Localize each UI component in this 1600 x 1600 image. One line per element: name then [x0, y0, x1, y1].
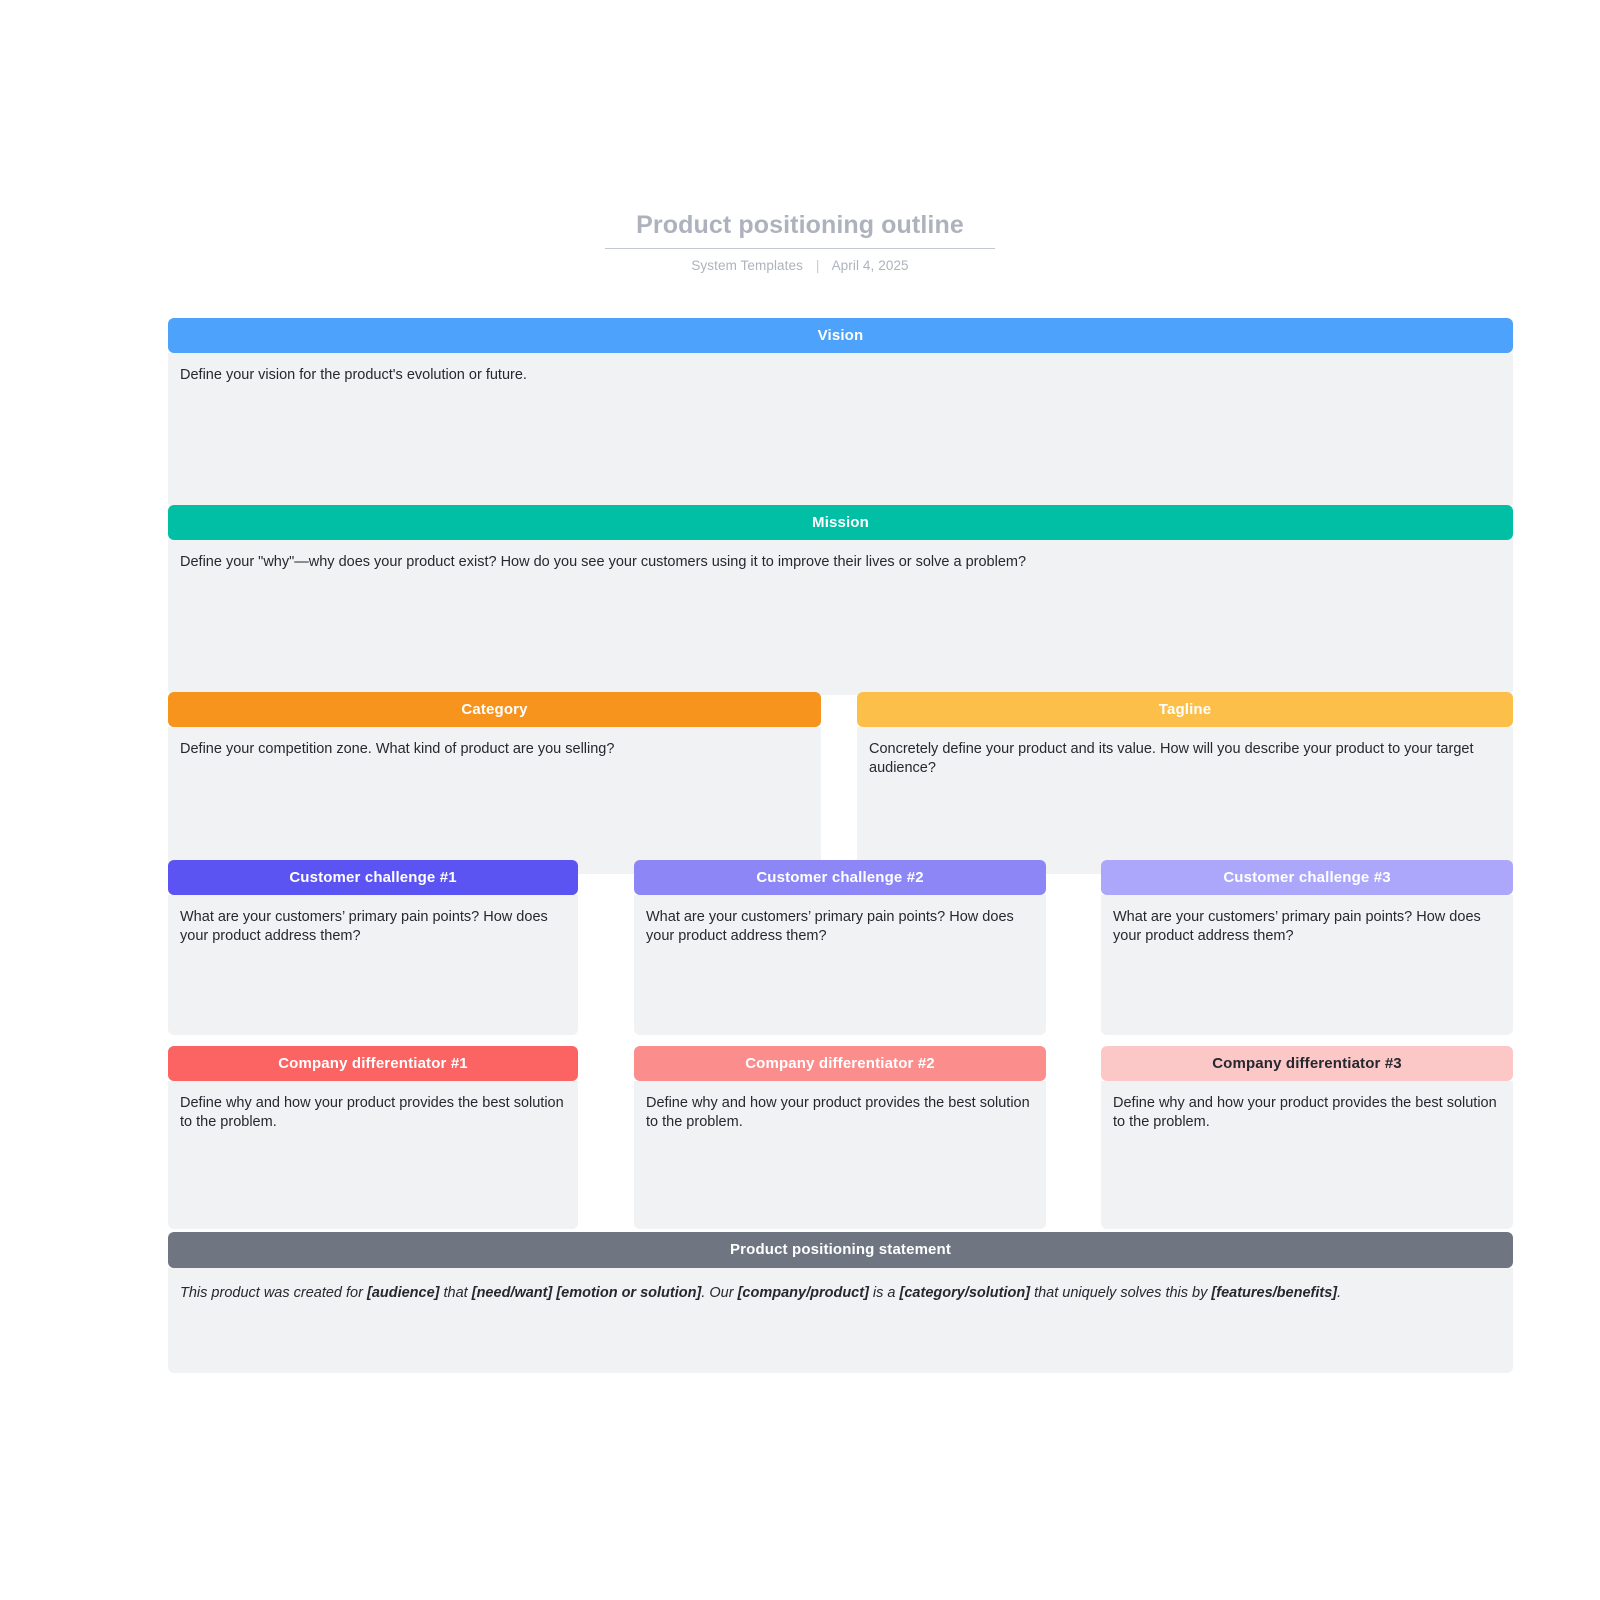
statement-part-5: that uniquely solves this by — [1030, 1285, 1212, 1301]
section-product-positioning-statement-body[interactable]: This product was created for [audience] … — [168, 1268, 1513, 1373]
section-product-positioning-statement[interactable]: Product positioning statement This produ… — [168, 1232, 1513, 1373]
section-product-positioning-statement-header: Product positioning statement — [168, 1232, 1513, 1268]
document-meta: System Templates | April 4, 2025 — [0, 258, 1600, 273]
statement-part-3: . Our — [701, 1285, 738, 1301]
statement-placeholder-features: [features/benefits] — [1211, 1285, 1338, 1301]
section-customer-challenge-3-body[interactable]: What are your customers’ primary pain po… — [1101, 895, 1513, 1035]
section-company-differentiator-3-prompt: Define why and how your product provides… — [1113, 1095, 1497, 1130]
statement-part-4: is a — [868, 1285, 900, 1301]
section-tagline-prompt: Concretely define your product and its v… — [869, 741, 1474, 776]
statement-part-2: that — [439, 1285, 472, 1301]
section-category-prompt: Define your competition zone. What kind … — [180, 741, 615, 757]
section-vision-prompt: Define your vision for the product's evo… — [180, 367, 527, 383]
section-customer-challenge-1-header: Customer challenge #1 — [168, 860, 578, 895]
document-author: System Templates — [691, 258, 803, 273]
section-vision-body[interactable]: Define your vision for the product's evo… — [168, 353, 1513, 508]
section-tagline-header: Tagline — [857, 692, 1513, 727]
statement-part-6: . — [1337, 1285, 1342, 1301]
statement-placeholder-need: [need/want] [emotion or solution] — [471, 1285, 702, 1301]
product-positioning-outline-page: Product positioning outline System Templ… — [0, 0, 1600, 1600]
section-tagline-body[interactable]: Concretely define your product and its v… — [857, 727, 1513, 874]
section-company-differentiator-2-header: Company differentiator #2 — [634, 1046, 1046, 1081]
section-customer-challenge-2-prompt: What are your customers’ primary pain po… — [646, 909, 1014, 944]
section-company-differentiator-2-body[interactable]: Define why and how your product provides… — [634, 1081, 1046, 1229]
statement-placeholder-category: [category/solution] — [899, 1285, 1031, 1301]
section-company-differentiator-3-header: Company differentiator #3 — [1101, 1046, 1513, 1081]
section-customer-challenge-2-header: Customer challenge #2 — [634, 860, 1046, 895]
section-customer-challenge-2-body[interactable]: What are your customers’ primary pain po… — [634, 895, 1046, 1035]
statement-part-1: This product was created for — [180, 1285, 367, 1301]
section-company-differentiator-1[interactable]: Company differentiator #1 Define why and… — [168, 1046, 578, 1229]
section-mission-body[interactable]: Define your "why"—why does your product … — [168, 540, 1513, 695]
document-date: April 4, 2025 — [831, 258, 909, 273]
section-company-differentiator-2[interactable]: Company differentiator #2 Define why and… — [634, 1046, 1046, 1229]
section-vision[interactable]: Vision Define your vision for the produc… — [168, 318, 1513, 508]
section-company-differentiator-3-body[interactable]: Define why and how your product provides… — [1101, 1081, 1513, 1229]
statement-placeholder-company: [company/product] — [737, 1285, 869, 1301]
section-company-differentiator-3[interactable]: Company differentiator #3 Define why and… — [1101, 1046, 1513, 1229]
section-customer-challenge-2[interactable]: Customer challenge #2 What are your cust… — [634, 860, 1046, 1035]
section-customer-challenge-3-prompt: What are your customers’ primary pain po… — [1113, 909, 1481, 944]
page-title: Product positioning outline — [605, 210, 995, 249]
section-mission-prompt: Define your "why"—why does your product … — [180, 554, 1027, 570]
section-category-body[interactable]: Define your competition zone. What kind … — [168, 727, 821, 874]
section-company-differentiator-2-prompt: Define why and how your product provides… — [646, 1095, 1030, 1130]
section-company-differentiator-1-header: Company differentiator #1 — [168, 1046, 578, 1081]
section-customer-challenge-3[interactable]: Customer challenge #3 What are your cust… — [1101, 860, 1513, 1035]
statement-placeholder-audience: [audience] — [366, 1285, 440, 1301]
section-category[interactable]: Category Define your competition zone. W… — [168, 692, 821, 874]
section-mission[interactable]: Mission Define your "why"—why does your … — [168, 505, 1513, 695]
section-vision-header: Vision — [168, 318, 1513, 353]
section-customer-challenge-1-body[interactable]: What are your customers’ primary pain po… — [168, 895, 578, 1035]
meta-divider: | — [815, 258, 820, 273]
section-customer-challenge-1[interactable]: Customer challenge #1 What are your cust… — [168, 860, 578, 1035]
section-mission-header: Mission — [168, 505, 1513, 540]
document-header: Product positioning outline System Templ… — [0, 210, 1600, 273]
section-company-differentiator-1-prompt: Define why and how your product provides… — [180, 1095, 564, 1130]
section-tagline[interactable]: Tagline Concretely define your product a… — [857, 692, 1513, 874]
positioning-statement-text: This product was created for [audience] … — [180, 1283, 1501, 1303]
section-customer-challenge-1-prompt: What are your customers’ primary pain po… — [180, 909, 548, 944]
section-category-header: Category — [168, 692, 821, 727]
section-company-differentiator-1-body[interactable]: Define why and how your product provides… — [168, 1081, 578, 1229]
section-customer-challenge-3-header: Customer challenge #3 — [1101, 860, 1513, 895]
